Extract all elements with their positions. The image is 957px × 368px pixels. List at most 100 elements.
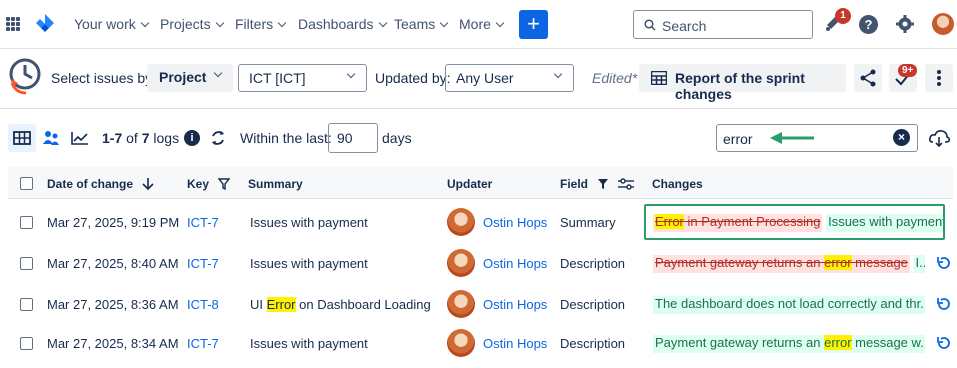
- updater-link[interactable]: Ostin Hops: [483, 256, 547, 271]
- row-summary: Issues with payment: [250, 215, 368, 230]
- chevron-down-icon: [277, 18, 287, 27]
- clear-filter-icon[interactable]: ×: [893, 129, 910, 146]
- row-key-link[interactable]: ICT-7: [187, 256, 219, 271]
- row-key-link[interactable]: ICT-8: [187, 297, 219, 312]
- more-options-button[interactable]: [925, 64, 953, 92]
- table-row[interactable]: Mar 27, 2025, 8:40 AM ICT-7 Issues with …: [8, 243, 953, 283]
- header-key[interactable]: Key: [187, 177, 231, 191]
- row-checkbox[interactable]: [20, 298, 33, 311]
- days-label: days: [382, 130, 412, 146]
- header-field-label: Field: [560, 177, 589, 191]
- report-button[interactable]: Report of the sprint changes: [639, 64, 846, 102]
- updated-by-value: Any User: [456, 70, 514, 86]
- jira-logo-icon[interactable]: [35, 13, 55, 35]
- summary-text-pre: UI: [250, 297, 267, 312]
- create-button[interactable]: +: [519, 10, 548, 39]
- select-all-checkbox[interactable]: [20, 177, 33, 190]
- revert-icon[interactable]: [936, 255, 952, 271]
- days-input[interactable]: 90: [328, 123, 378, 153]
- row-checkbox[interactable]: [20, 216, 33, 229]
- row-changes: Payment gateway returns an error message…: [653, 335, 925, 363]
- logs-count: 1-7 of 7 logs: [102, 130, 179, 146]
- annotation-highlight-box: [644, 204, 945, 240]
- share-button[interactable]: [854, 64, 882, 92]
- row-date: Mar 27, 2025, 8:36 AM: [47, 297, 179, 312]
- header-summary[interactable]: Summary: [248, 177, 303, 191]
- new-highlight: error: [824, 335, 852, 350]
- section-divider: [0, 108, 957, 109]
- search-input[interactable]: Search: [633, 10, 813, 39]
- table-view-button[interactable]: [8, 124, 36, 152]
- refresh-icon[interactable]: [208, 128, 228, 148]
- chevron-down-icon: [439, 18, 449, 27]
- nav-dashboards[interactable]: Dashboards: [298, 16, 387, 32]
- chart-view-button[interactable]: [66, 124, 94, 152]
- trend-chart-icon: [71, 132, 88, 145]
- project-value: ICT [ICT]: [249, 70, 306, 86]
- share-icon: [860, 69, 876, 87]
- summary-text: Issues with payment: [250, 215, 368, 230]
- header-date-label: Date of change: [47, 177, 134, 191]
- updater-link[interactable]: Ostin Hops: [483, 336, 547, 351]
- new-value: I...: [913, 255, 925, 273]
- old-value: Payment gateway returns an error message: [653, 255, 910, 273]
- nav-projects[interactable]: Projects: [160, 16, 224, 32]
- row-checkbox[interactable]: [20, 257, 33, 270]
- users-icon: [43, 131, 59, 145]
- row-field: Description: [560, 297, 626, 312]
- info-icon[interactable]: i: [184, 130, 200, 146]
- select-type-value: Project: [159, 69, 207, 85]
- table-row[interactable]: Mar 27, 2025, 8:36 AM ICT-8 UI Error on …: [8, 284, 953, 324]
- annotation-arrow-icon: [770, 132, 814, 144]
- settings-sliders-icon[interactable]: [617, 178, 635, 190]
- export-button[interactable]: [925, 124, 953, 152]
- view-toggle: [8, 124, 96, 152]
- logs-word: logs: [153, 130, 180, 146]
- revert-icon[interactable]: [936, 335, 952, 351]
- settings-gear-icon[interactable]: [895, 14, 915, 34]
- header-key-label: Key: [187, 177, 210, 191]
- updater-avatar: [447, 249, 475, 277]
- row-changes: The dashboard does not load correctly an…: [653, 296, 925, 324]
- chevron-down-icon: [495, 18, 505, 27]
- user-avatar[interactable]: [932, 13, 954, 35]
- nav-teams[interactable]: Teams: [394, 16, 449, 32]
- row-checkbox[interactable]: [20, 337, 33, 350]
- table-view-icon: [13, 131, 31, 145]
- filter-funnel-icon[interactable]: [597, 178, 609, 190]
- changes-filter-input[interactable]: error: [716, 124, 918, 152]
- project-dropdown[interactable]: ICT [ICT]: [238, 64, 367, 92]
- select-type-dropdown[interactable]: Project: [147, 64, 233, 92]
- row-key-link[interactable]: ICT-7: [187, 215, 219, 230]
- updated-by-dropdown[interactable]: Any User: [445, 64, 574, 92]
- header-changes[interactable]: Changes: [652, 177, 703, 191]
- header-field[interactable]: Field: [560, 177, 635, 191]
- table-header: Date of change Key Summary Updater Field…: [8, 167, 953, 199]
- row-key-link[interactable]: ICT-7: [187, 336, 219, 351]
- revert-icon[interactable]: [936, 296, 952, 312]
- updater-link[interactable]: Ostin Hops: [483, 215, 547, 230]
- row-field: Description: [560, 336, 626, 351]
- header-date[interactable]: Date of change: [47, 177, 154, 191]
- table-row[interactable]: Mar 27, 2025, 8:34 AM ICT-7 Issues with …: [8, 323, 953, 363]
- updated-by-label: Updated by:: [375, 70, 451, 86]
- new-value: Payment gateway returns an error message…: [653, 335, 925, 353]
- help-icon[interactable]: ?: [859, 15, 878, 34]
- row-field: Summary: [560, 215, 616, 230]
- nav-your-work[interactable]: Your work: [74, 16, 149, 32]
- updater-link[interactable]: Ostin Hops: [483, 297, 547, 312]
- nav-more[interactable]: More: [459, 16, 505, 32]
- filter-funnel-icon[interactable]: [217, 178, 231, 191]
- summary-text: Issues with payment: [250, 256, 368, 271]
- users-view-button[interactable]: [37, 124, 65, 152]
- row-date: Mar 27, 2025, 8:34 AM: [47, 336, 179, 351]
- row-summary: Issues with payment: [250, 256, 368, 271]
- app-switcher-icon[interactable]: [6, 17, 20, 31]
- header-updater[interactable]: Updater: [447, 177, 492, 191]
- updater-avatar: [447, 329, 475, 357]
- edited-label: Edited*: [592, 70, 638, 86]
- more-vertical-icon: [937, 70, 941, 86]
- nav-filters[interactable]: Filters: [235, 16, 287, 32]
- chevron-down-icon: [378, 18, 387, 27]
- row-changes: Payment gateway returns an error message…: [653, 255, 925, 283]
